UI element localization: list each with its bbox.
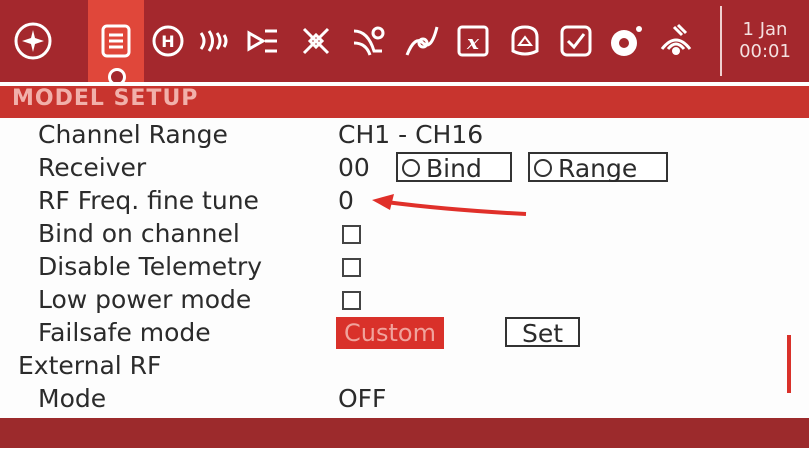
receiver-number[interactable]: 00: [338, 151, 370, 184]
bind-button[interactable]: Bind: [396, 152, 512, 183]
receiver-label: Receiver: [38, 153, 147, 182]
global-vars-icon[interactable]: [502, 10, 548, 72]
outputs-icon[interactable]: [345, 10, 391, 72]
failsafe-label: Failsafe mode: [38, 318, 211, 347]
rf-freq-label: RF Freq. fine tune: [38, 186, 259, 215]
datetime-display: 1 Jan 00:01: [720, 6, 808, 76]
scrollbar[interactable]: [787, 335, 791, 393]
low-power-mode-label: Low power mode: [38, 285, 252, 314]
bind-button-label: Bind: [426, 154, 482, 183]
external-mode-value[interactable]: OFF: [338, 382, 386, 415]
external-rf-heading: External RF: [18, 351, 162, 380]
bottom-bar: [0, 418, 809, 460]
inputs-icon[interactable]: [240, 10, 286, 72]
rf-freq-value[interactable]: 0: [338, 184, 354, 217]
model-setup-icon[interactable]: [93, 10, 139, 72]
special-functions-icon[interactable]: [553, 10, 599, 72]
channel-range-label: Channel Range: [38, 120, 228, 149]
bind-on-channel-checkbox[interactable]: [342, 225, 361, 244]
channel-range-value[interactable]: CH1 - CH16: [338, 118, 483, 151]
external-rf-header-row: External RF: [0, 349, 790, 382]
svg-text:H: H: [161, 32, 174, 51]
screen: H x 1 Jan 00:01 MODEL SETUP Channel Rang…: [0, 0, 809, 460]
curves-icon[interactable]: [398, 10, 444, 72]
range-button[interactable]: Range: [528, 152, 668, 183]
heli-icon[interactable]: H: [145, 10, 191, 72]
display-icon[interactable]: [653, 10, 699, 72]
telemetry-icon[interactable]: [603, 10, 649, 72]
mixer-icon[interactable]: [293, 10, 339, 72]
disable-telemetry-row: Disable Telemetry: [0, 250, 790, 283]
flight-modes-icon[interactable]: [190, 10, 236, 72]
settings-list: Channel Range CH1 - CH16 Receiver 00 Bin…: [0, 118, 809, 418]
external-mode-label: Mode: [38, 384, 107, 413]
external-mode-row: Mode OFF: [0, 382, 790, 415]
top-toolbar: H x 1 Jan 00:01: [0, 0, 809, 86]
svg-text:x: x: [466, 30, 480, 54]
channel-range-row[interactable]: Channel Range CH1 - CH16: [0, 118, 790, 151]
disable-telemetry-label: Disable Telemetry: [38, 252, 263, 281]
page-title: MODEL SETUP: [12, 86, 199, 111]
disable-telemetry-checkbox[interactable]: [342, 258, 361, 277]
airplane-icon[interactable]: [10, 10, 56, 72]
time-text: 00:01: [739, 41, 791, 62]
failsafe-mode-select[interactable]: Custom: [336, 317, 444, 349]
radio-icon: [402, 159, 420, 177]
logical-switches-icon[interactable]: x: [450, 10, 496, 72]
low-power-mode-row: Low power mode: [0, 283, 790, 316]
bind-on-channel-label: Bind on channel: [38, 219, 240, 248]
range-button-label: Range: [558, 154, 638, 183]
radio-icon: [534, 159, 552, 177]
date-text: 1 Jan: [742, 19, 788, 40]
low-power-mode-checkbox[interactable]: [342, 291, 361, 310]
annotation-arrow-icon: [372, 194, 527, 216]
receiver-row: Receiver 00 Bind Range: [0, 151, 790, 184]
failsafe-set-button[interactable]: Set: [505, 317, 580, 348]
failsafe-row: Failsafe mode Custom Set: [0, 316, 790, 349]
